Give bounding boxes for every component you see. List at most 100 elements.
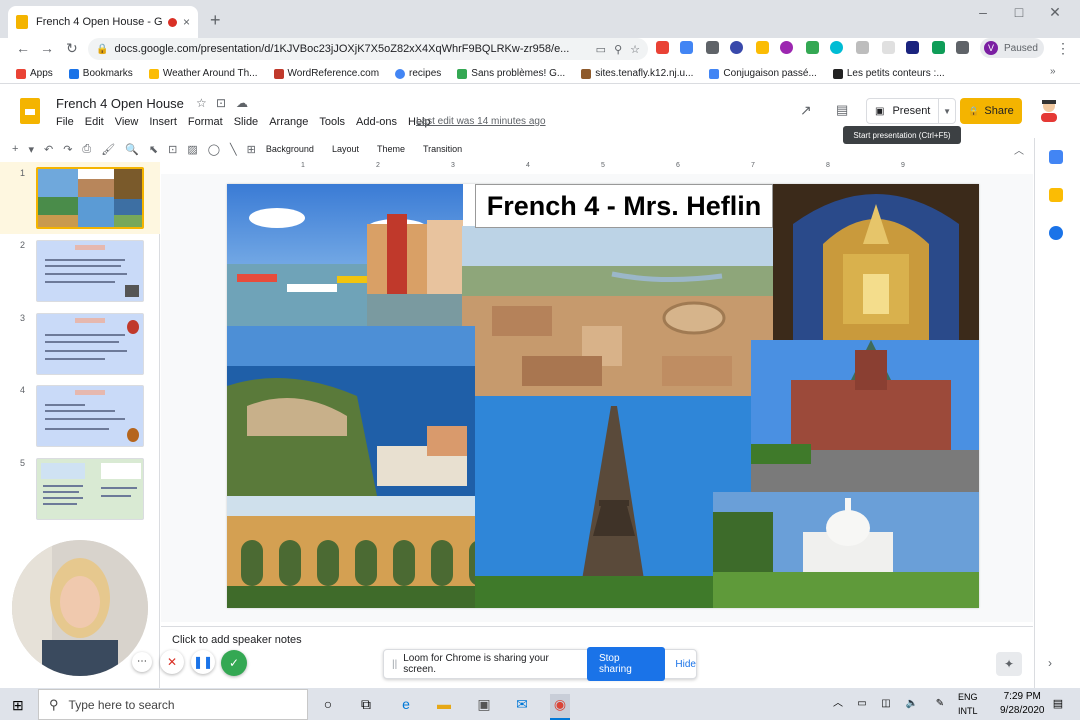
extension-icon[interactable]: [806, 41, 819, 54]
share-button[interactable]: 🔒 Share: [960, 98, 1022, 124]
slide-thumbnail-2[interactable]: [36, 240, 144, 302]
aerial-city-photo[interactable]: [462, 226, 774, 396]
bookmark-apps[interactable]: Apps: [16, 68, 53, 79]
edge-icon[interactable]: e: [396, 694, 416, 714]
paint-format-icon[interactable]: 🖌: [101, 143, 115, 156]
hide-button[interactable]: Hide: [675, 659, 696, 670]
activity-dashboard-icon[interactable]: ↗: [800, 102, 812, 119]
language-indicator[interactable]: ENG INTL: [958, 690, 978, 718]
image-icon[interactable]: ▨: [187, 143, 197, 156]
speaker-notes[interactable]: Click to add speaker notes: [172, 634, 302, 646]
theme-button[interactable]: Theme: [377, 144, 405, 154]
bookmark-wordreference[interactable]: WordReference.com: [273, 68, 379, 79]
layout-button[interactable]: Layout: [332, 144, 359, 154]
undo-icon[interactable]: ↶: [44, 143, 53, 156]
slide-thumbnail-5[interactable]: [36, 458, 144, 520]
cast-icon[interactable]: ▭: [596, 43, 606, 56]
extension-icon[interactable]: [756, 41, 769, 54]
taskbar-clock[interactable]: 7:29 PM 9/28/2020: [1000, 690, 1045, 718]
minimize-button[interactable]: –: [968, 4, 998, 20]
extension-icon[interactable]: [906, 41, 919, 54]
more-bookmarks-icon[interactable]: »: [1050, 66, 1056, 77]
tab-close-icon[interactable]: ×: [183, 15, 190, 29]
print-icon[interactable]: ⎙: [82, 143, 91, 156]
menu-edit[interactable]: Edit: [85, 116, 104, 128]
menu-insert[interactable]: Insert: [149, 116, 177, 128]
move-folder-icon[interactable]: ⊡: [216, 96, 226, 110]
new-tab-button[interactable]: +: [210, 10, 221, 31]
present-dropdown-icon[interactable]: ▼: [938, 99, 955, 123]
cancel-recording-icon[interactable]: ✕: [160, 650, 184, 674]
zoom-icon[interactable]: ⚲: [614, 43, 622, 56]
bookmark-recipes[interactable]: recipes: [395, 68, 441, 79]
menu-view[interactable]: View: [115, 116, 139, 128]
chevron-right-icon[interactable]: ›: [1048, 656, 1052, 670]
chrome-taskbar-icon[interactable]: ◉: [550, 694, 570, 720]
pause-icon[interactable]: ❚❚: [191, 650, 215, 674]
menu-addons[interactable]: Add-ons: [356, 116, 397, 128]
explore-icon[interactable]: ✦: [996, 652, 1022, 676]
select-icon[interactable]: ⬉: [149, 143, 158, 156]
back-icon[interactable]: ←: [16, 40, 30, 56]
chateau-frontenac-photo[interactable]: [751, 340, 979, 492]
star-icon[interactable]: ☆: [196, 96, 207, 110]
slide-title[interactable]: French 4 - Mrs. Heflin: [475, 184, 773, 228]
bookmark-conjugaison[interactable]: Conjugaison passé...: [709, 68, 817, 79]
slide-thumbnail-3[interactable]: [36, 313, 144, 375]
slide-thumbnail-1[interactable]: [36, 167, 144, 229]
menu-slide[interactable]: Slide: [234, 116, 258, 128]
account-avatar[interactable]: [1038, 98, 1060, 122]
taskbar-search[interactable]: ⚲ Type here to search: [38, 689, 308, 720]
show-hidden-icons[interactable]: ︿: [828, 694, 848, 714]
network-icon[interactable]: ◫: [876, 694, 896, 714]
pen-icon[interactable]: ✎: [930, 694, 950, 714]
extension-icon[interactable]: [656, 41, 669, 54]
eiffel-tower-photo[interactable]: [475, 396, 751, 608]
volume-icon[interactable]: 🔈: [902, 694, 922, 714]
extension-icon[interactable]: [882, 41, 895, 54]
zoom-icon[interactable]: 🔍: [125, 143, 139, 156]
extension-icon[interactable]: [680, 41, 693, 54]
bookmark-bookmarks[interactable]: Bookmarks: [68, 68, 133, 79]
notifications-icon[interactable]: ▤: [1048, 694, 1068, 714]
cortana-icon[interactable]: ○: [318, 694, 338, 714]
new-slide-icon[interactable]: +: [12, 143, 18, 155]
last-edit-link[interactable]: Last edit was 14 minutes ago: [416, 116, 546, 127]
bookmark-petits-conteurs[interactable]: Les petits conteurs :...: [832, 68, 945, 79]
browser-tab[interactable]: French 4 Open House - Goo ×: [8, 6, 198, 38]
keep-icon[interactable]: [1049, 188, 1063, 202]
task-view-icon[interactable]: ⧉: [356, 694, 376, 714]
menu-arrange[interactable]: Arrange: [269, 116, 308, 128]
bookmark-weather[interactable]: Weather Around Th...: [148, 68, 258, 79]
monaco-coast-photo[interactable]: [227, 326, 475, 496]
slide-1-canvas[interactable]: French 4 - Mrs. Heflin: [227, 184, 979, 608]
reload-icon[interactable]: ↻: [66, 40, 78, 57]
present-button[interactable]: ▣ Present ▼: [866, 98, 956, 124]
menu-tools[interactable]: Tools: [319, 116, 345, 128]
extension-icon[interactable]: [780, 41, 793, 54]
address-bar[interactable]: 🔒 docs.google.com/presentation/d/1KJVBoc…: [88, 38, 648, 60]
background-button[interactable]: Background: [266, 144, 314, 154]
extension-icon[interactable]: [856, 41, 869, 54]
windows-start-icon[interactable]: ⊞: [12, 697, 24, 714]
close-window-button[interactable]: ✕: [1040, 4, 1070, 21]
comment-add-icon[interactable]: ⊞: [247, 143, 256, 156]
battery-icon[interactable]: ▭: [852, 694, 872, 714]
more-options-icon[interactable]: ⋯: [132, 652, 152, 672]
bookmark-tenafly[interactable]: sites.tenafly.k12.nj.u...: [581, 68, 693, 79]
store-icon[interactable]: ▣: [474, 694, 494, 714]
webcam-bubble[interactable]: [12, 540, 148, 676]
menu-file[interactable]: File: [56, 116, 74, 128]
mail-icon[interactable]: ✉: [512, 694, 532, 714]
calendar-icon[interactable]: [1049, 150, 1063, 164]
tasks-icon[interactable]: [1049, 226, 1063, 240]
menu-format[interactable]: Format: [188, 116, 223, 128]
bookmark-sans-problemes[interactable]: Sans problèmes! G...: [457, 68, 565, 79]
text-box-icon[interactable]: ⊡: [168, 143, 177, 156]
dropdown-icon[interactable]: ▾: [28, 143, 34, 156]
sacre-coeur-photo[interactable]: [713, 492, 979, 608]
collapse-toolbar-icon[interactable]: ︿: [1014, 142, 1024, 157]
chrome-menu-icon[interactable]: ⋮: [1056, 40, 1070, 57]
star-icon[interactable]: ☆: [630, 43, 640, 56]
redo-icon[interactable]: ↷: [63, 143, 72, 156]
